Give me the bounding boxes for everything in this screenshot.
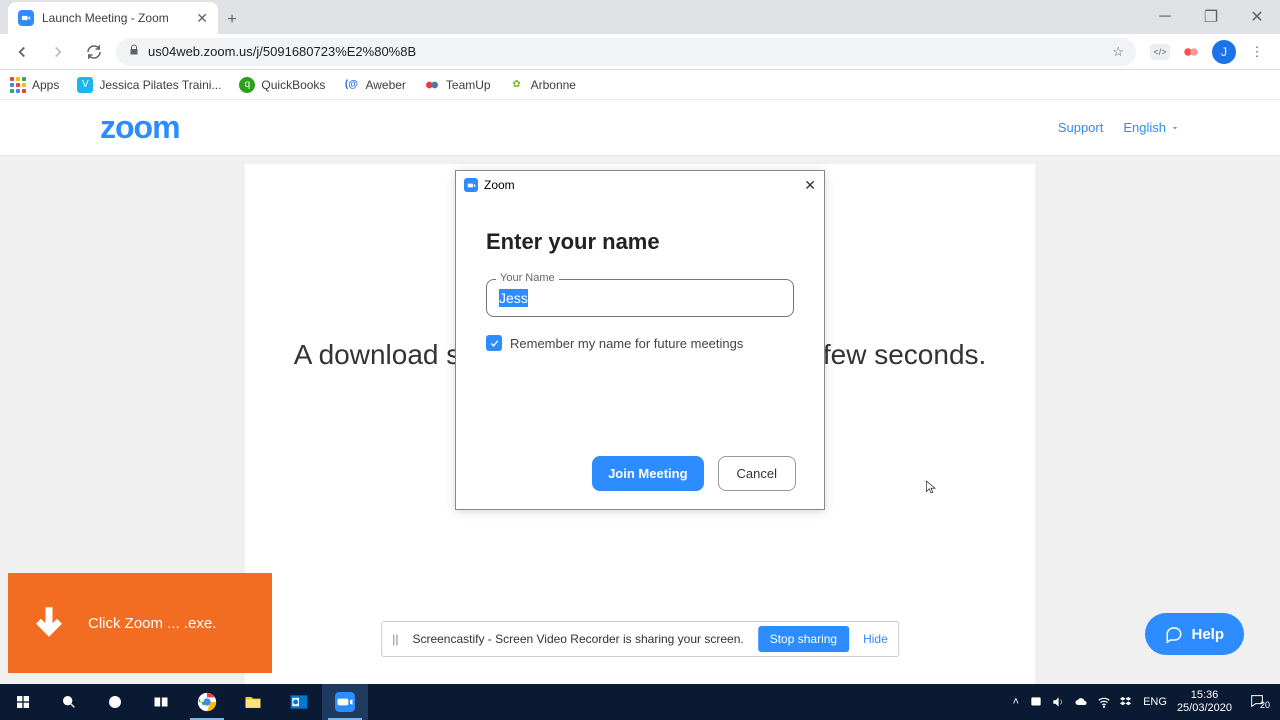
minimize-button[interactable]: ─ — [1142, 0, 1188, 34]
screen-share-bar: || Screencastify - Screen Video Recorder… — [381, 621, 899, 657]
wifi-icon[interactable] — [1097, 695, 1111, 709]
name-entry-dialog: Zoom ✕ Enter your name Your Name Jess Re… — [455, 170, 825, 510]
tray-icon[interactable] — [1029, 695, 1043, 709]
stop-sharing-button[interactable]: Stop sharing — [758, 626, 849, 652]
remember-name-row[interactable]: Remember my name for future meetings — [486, 335, 794, 351]
dialog-close-button[interactable]: ✕ — [804, 177, 816, 194]
new-tab-button[interactable]: + — [218, 6, 246, 34]
bookmark-item[interactable]: (@Aweber — [343, 77, 405, 93]
dialog-title-text: Zoom — [484, 178, 515, 192]
pause-icon[interactable]: || — [392, 632, 398, 646]
download-banner-text: Click Zoom ... .exe. — [88, 615, 216, 632]
help-button[interactable]: Help — [1145, 613, 1244, 655]
cortana-button[interactable] — [92, 684, 138, 720]
chat-icon — [1165, 625, 1183, 643]
bookmarks-bar: Apps VJessica Pilates Traini... qQuickBo… — [0, 70, 1280, 100]
window-controls: ─ ❐ ✕ — [1142, 0, 1280, 34]
remember-checkbox[interactable] — [486, 335, 502, 351]
bookmark-item[interactable]: TeamUp — [424, 77, 491, 93]
extension-icon[interactable]: </> — [1150, 44, 1170, 60]
zoom-app-icon — [464, 178, 478, 192]
language-selector[interactable]: English — [1123, 120, 1180, 135]
bookmark-item[interactable]: ✿Arbonne — [509, 77, 576, 93]
address-bar: us04web.zoom.us/j/5091680723%E2%80%8B ☆ … — [0, 34, 1280, 70]
notifications-button[interactable]: 20 — [1242, 693, 1272, 712]
join-meeting-button[interactable]: Join Meeting — [592, 456, 703, 491]
onedrive-icon[interactable] — [1073, 696, 1089, 708]
tray-chevron-icon[interactable]: ˄ — [1013, 696, 1019, 708]
bookmark-item[interactable]: VJessica Pilates Traini... — [77, 77, 221, 93]
taskbar-clock[interactable]: 15:36 25/03/2020 — [1177, 689, 1232, 715]
taskbar-outlook[interactable] — [276, 684, 322, 720]
hide-share-bar[interactable]: Hide — [863, 632, 888, 646]
zoom-favicon-icon — [18, 10, 34, 26]
tab-close-icon[interactable]: ✕ — [196, 10, 208, 27]
support-link[interactable]: Support — [1058, 120, 1104, 135]
zoom-logo[interactable]: zoom — [100, 109, 180, 146]
volume-icon[interactable] — [1051, 695, 1065, 709]
maximize-button[interactable]: ❐ — [1188, 0, 1234, 34]
share-message: Screencastify - Screen Video Recorder is… — [412, 632, 743, 646]
bookmark-item[interactable]: qQuickBooks — [239, 77, 325, 93]
name-input[interactable]: Jess — [486, 279, 794, 317]
apps-grid-icon — [10, 77, 26, 93]
language-indicator[interactable]: ENG — [1143, 696, 1167, 708]
taskbar-chrome[interactable] — [184, 684, 230, 720]
url-text: us04web.zoom.us/j/5091680723%E2%80%8B — [148, 44, 416, 59]
page-header: zoom Support English — [0, 100, 1280, 156]
name-field-label: Your Name — [496, 272, 559, 284]
lock-icon — [128, 44, 140, 59]
download-banner[interactable]: Click Zoom ... .exe. — [8, 573, 272, 673]
chevron-down-icon — [1170, 123, 1180, 133]
back-button[interactable] — [8, 38, 36, 66]
chrome-menu-icon[interactable]: ⋮ — [1248, 43, 1266, 61]
cancel-button[interactable]: Cancel — [718, 456, 796, 491]
start-button[interactable] — [0, 684, 46, 720]
system-tray[interactable] — [1029, 695, 1133, 709]
dialog-titlebar: Zoom ✕ — [456, 171, 824, 199]
task-view-button[interactable] — [138, 684, 184, 720]
chrome-tab-strip: Launch Meeting - Zoom ✕ + ─ ❐ ✕ — [0, 0, 1280, 34]
browser-tab[interactable]: Launch Meeting - Zoom ✕ — [8, 2, 218, 34]
download-arrow-icon — [28, 602, 70, 644]
forward-button[interactable] — [44, 38, 72, 66]
profile-avatar[interactable]: J — [1212, 40, 1236, 64]
extension-icon[interactable] — [1182, 43, 1200, 61]
reload-button[interactable] — [80, 38, 108, 66]
remember-label: Remember my name for future meetings — [510, 336, 743, 351]
close-window-button[interactable]: ✕ — [1234, 0, 1280, 34]
star-icon[interactable]: ☆ — [1112, 44, 1124, 60]
dialog-heading: Enter your name — [486, 229, 794, 255]
search-button[interactable] — [46, 684, 92, 720]
windows-taskbar: ˄ ENG 15:36 25/03/2020 20 — [0, 684, 1280, 720]
dropbox-icon[interactable] — [1119, 695, 1133, 709]
tab-title: Launch Meeting - Zoom — [42, 11, 169, 25]
apps-button[interactable]: Apps — [10, 77, 59, 93]
taskbar-explorer[interactable] — [230, 684, 276, 720]
taskbar-zoom[interactable] — [322, 684, 368, 720]
omnibox[interactable]: us04web.zoom.us/j/5091680723%E2%80%8B ☆ — [116, 38, 1136, 66]
